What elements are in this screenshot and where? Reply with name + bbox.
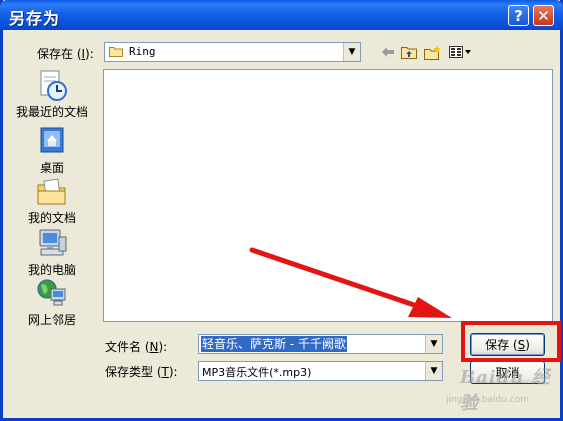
my-documents-icon (37, 178, 66, 205)
network-places-icon (37, 279, 66, 306)
places-my-computer[interactable]: 我的电脑 (9, 227, 95, 278)
places-label: 网上邻居 (27, 313, 76, 327)
filename-label: 文件名 (N): (105, 340, 168, 354)
places-network[interactable]: 网上邻居 (9, 277, 95, 328)
close-icon: ✕ (537, 6, 550, 25)
places-recent-documents[interactable]: 我最近的文档 (9, 69, 95, 120)
filetype-label: 保存类型 (T): (105, 365, 178, 379)
places-my-documents[interactable]: 我的文档 (9, 175, 95, 226)
filetype-value: MP3音乐文件(*.mp3) (202, 366, 312, 379)
places-label: 我最近的文档 (15, 105, 88, 119)
filename-combo[interactable]: 轻音乐、萨克斯 - 千千阙歌 ▼ (198, 334, 443, 354)
save-in-value: Ring (129, 45, 156, 58)
places-label: 桌面 (39, 161, 64, 175)
file-list-view[interactable] (103, 69, 553, 322)
help-button[interactable]: ? (508, 5, 529, 26)
places-label: 我的文档 (27, 211, 76, 225)
recent-documents-icon (40, 70, 67, 101)
watermark-url: jingyan.baidu.com (446, 395, 530, 405)
filetype-dropdown[interactable]: MP3音乐文件(*.mp3) ▼ (198, 361, 443, 381)
filename-input[interactable]: 轻音乐、萨克斯 - 千千阙歌 (201, 336, 347, 352)
baidu-watermark: Baidu 经验 jingyan.baidu.com (440, 353, 560, 414)
places-label: 我的电脑 (27, 263, 76, 277)
folder-icon (109, 47, 123, 57)
title-bar: 另存为 ? ✕ (0, 0, 563, 30)
places-bar: 我最近的文档 桌面 我的文档 我的电脑 网上邻居 (9, 69, 95, 379)
places-desktop[interactable]: 桌面 (9, 125, 95, 176)
back-arrow-icon[interactable] (380, 44, 396, 60)
close-button[interactable]: ✕ (533, 5, 554, 26)
desktop-icon (40, 127, 64, 153)
my-computer-icon (39, 229, 67, 256)
new-folder-icon[interactable] (424, 44, 442, 60)
window-title: 另存为 (9, 9, 61, 28)
view-menu-icon[interactable] (449, 44, 473, 60)
help-icon: ? (514, 6, 523, 25)
save-in-dropdown[interactable]: Ring ▼ (104, 42, 361, 62)
chevron-down-icon[interactable]: ▼ (343, 43, 360, 61)
chevron-down-icon[interactable]: ▼ (425, 335, 442, 353)
save-in-label: 保存在 (I): (37, 47, 94, 61)
up-folder-icon[interactable] (401, 44, 417, 60)
watermark-brand: Baidu 经验 (460, 367, 551, 414)
